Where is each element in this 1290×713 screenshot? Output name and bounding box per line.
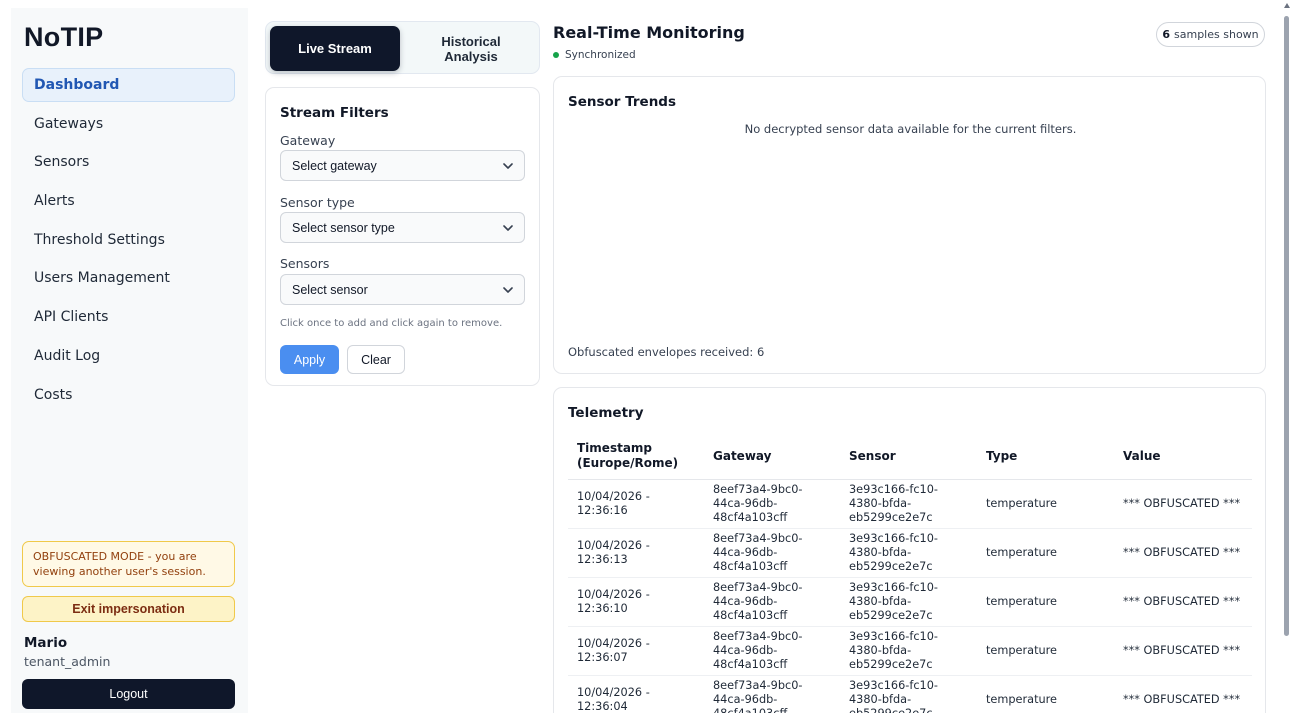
sensor-type-select[interactable]: Select sensor type (280, 212, 525, 243)
sensor-type-select-value: Select sensor type (292, 220, 395, 235)
cell-gateway: 8eef73a4-9bc0-44ca-96db-48cf4a103cff (704, 675, 840, 713)
table-row[interactable]: 10/04/2026 - 12:36:16 8eef73a4-9bc0-44ca… (568, 479, 1252, 529)
column-header-value[interactable]: Value (1114, 434, 1252, 480)
page-title: Real-Time Monitoring (553, 23, 745, 42)
samples-badge: 6 samples shown (1156, 22, 1265, 47)
sidebar-item-gateways[interactable]: Gateways (22, 107, 235, 141)
table-row[interactable]: 10/04/2026 - 12:36:13 8eef73a4-9bc0-44ca… (568, 528, 1252, 578)
sidebar-item-sensors[interactable]: Sensors (22, 145, 235, 179)
cell-timestamp: 10/04/2026 - 12:36:04 (568, 675, 704, 713)
sidebar-item-costs[interactable]: Costs (22, 378, 235, 412)
cell-value: *** OBFUSCATED *** (1114, 479, 1252, 529)
sensors-hint: Click once to add and click again to rem… (280, 318, 503, 329)
sidebar-item-users-management[interactable]: Users Management (22, 261, 235, 295)
obfuscated-mode-warning: OBFUSCATED MODE - you are viewing anothe… (22, 541, 235, 587)
envelopes-count: Obfuscated envelopes received: 6 (568, 345, 765, 359)
clear-button[interactable]: Clear (347, 345, 405, 374)
sensor-type-label: Sensor type (280, 195, 355, 210)
tab-historical-analysis-label: Historical Analysis (441, 33, 501, 64)
sidebar-item-audit-log[interactable]: Audit Log (22, 339, 235, 373)
sidebar-item-api-clients[interactable]: API Clients (22, 300, 235, 334)
cell-timestamp: 10/04/2026 - 12:36:07 (568, 626, 704, 676)
tab-live-stream[interactable]: Live Stream (270, 26, 400, 71)
cell-gateway: 8eef73a4-9bc0-44ca-96db-48cf4a103cff (704, 479, 840, 529)
sidebar-item-dashboard[interactable]: Dashboard (22, 68, 235, 102)
scrollbar-thumb[interactable] (1284, 16, 1289, 636)
cell-sensor: 3e93c166-fc10-4380-bfda-eb5299ce2e7c (840, 479, 977, 529)
cell-type: temperature (977, 577, 1114, 627)
chevron-down-icon (503, 225, 513, 231)
cell-sensor: 3e93c166-fc10-4380-bfda-eb5299ce2e7c (840, 577, 977, 627)
tab-historical-analysis[interactable]: Historical Analysis (407, 26, 535, 71)
sidebar: NoTIP Dashboard Gateways Sensors Alerts … (11, 8, 248, 713)
sensor-trends-card: Sensor Trends No decrypted sensor data a… (553, 76, 1266, 374)
telemetry-card: Telemetry Timestamp (Europe/Rome) Gatewa… (553, 387, 1266, 713)
telemetry-title: Telemetry (568, 405, 644, 421)
stream-filters-panel: Stream Filters Gateway Select gateway Se… (265, 87, 540, 386)
sensors-select[interactable]: Select sensor (280, 274, 525, 305)
sensors-label: Sensors (280, 256, 330, 271)
gateway-label: Gateway (280, 133, 336, 148)
sensors-select-value: Select sensor (292, 282, 368, 297)
cell-value: *** OBFUSCATED *** (1114, 528, 1252, 578)
cell-type: temperature (977, 479, 1114, 529)
table-header-row: Timestamp (Europe/Rome) Gateway Sensor T… (568, 434, 1252, 480)
table-row[interactable]: 10/04/2026 - 12:36:10 8eef73a4-9bc0-44ca… (568, 577, 1252, 627)
status-dot-icon (553, 52, 559, 58)
cell-type: temperature (977, 626, 1114, 676)
page-scrollbar[interactable] (1283, 0, 1290, 713)
cell-value: *** OBFUSCATED *** (1114, 577, 1252, 627)
column-header-type[interactable]: Type (977, 434, 1114, 480)
column-header-timestamp[interactable]: Timestamp (Europe/Rome) (568, 434, 704, 480)
stream-filters-title: Stream Filters (280, 105, 389, 121)
sidebar-nav: Dashboard Gateways Sensors Alerts Thresh… (22, 68, 235, 416)
logout-button[interactable]: Logout (22, 679, 235, 709)
chevron-down-icon (503, 287, 513, 293)
sidebar-item-alerts[interactable]: Alerts (22, 184, 235, 218)
samples-label: samples shown (1174, 28, 1259, 41)
brand-logo[interactable]: NoTIP (24, 22, 104, 53)
gateway-select[interactable]: Select gateway (280, 150, 525, 181)
sidebar-item-threshold-settings[interactable]: Threshold Settings (22, 223, 235, 257)
column-header-sensor[interactable]: Sensor (840, 434, 977, 480)
cell-sensor: 3e93c166-fc10-4380-bfda-eb5299ce2e7c (840, 528, 977, 578)
cell-gateway: 8eef73a4-9bc0-44ca-96db-48cf4a103cff (704, 577, 840, 627)
empty-state-message: No decrypted sensor data available for t… (744, 122, 1077, 136)
cell-timestamp: 10/04/2026 - 12:36:10 (568, 577, 704, 627)
exit-impersonation-button[interactable]: Exit impersonation (22, 596, 235, 622)
telemetry-table: Timestamp (Europe/Rome) Gateway Sensor T… (568, 434, 1252, 713)
cell-type: temperature (977, 528, 1114, 578)
samples-count: 6 (1162, 28, 1171, 41)
cell-sensor: 3e93c166-fc10-4380-bfda-eb5299ce2e7c (840, 675, 977, 713)
table-row[interactable]: 10/04/2026 - 12:36:04 8eef73a4-9bc0-44ca… (568, 675, 1252, 713)
user-role: tenant_admin (24, 654, 111, 669)
mode-tabs: Live Stream Historical Analysis (265, 21, 540, 74)
cell-gateway: 8eef73a4-9bc0-44ca-96db-48cf4a103cff (704, 528, 840, 578)
column-header-gateway[interactable]: Gateway (704, 434, 840, 480)
gateway-select-value: Select gateway (292, 158, 377, 173)
cell-type: temperature (977, 675, 1114, 713)
scroll-up-arrow-icon[interactable] (1284, 3, 1290, 8)
sync-status-text: Synchronized (565, 49, 636, 61)
chevron-down-icon (503, 163, 513, 169)
sync-status: Synchronized (553, 49, 636, 61)
cell-timestamp: 10/04/2026 - 12:36:16 (568, 479, 704, 529)
user-name: Mario (24, 635, 68, 651)
cell-value: *** OBFUSCATED *** (1114, 675, 1252, 713)
cell-value: *** OBFUSCATED *** (1114, 626, 1252, 676)
apply-button[interactable]: Apply (280, 345, 339, 374)
app-root: NoTIP Dashboard Gateways Sensors Alerts … (0, 0, 1290, 713)
cell-sensor: 3e93c166-fc10-4380-bfda-eb5299ce2e7c (840, 626, 977, 676)
sensor-trends-title: Sensor Trends (568, 94, 677, 110)
cell-gateway: 8eef73a4-9bc0-44ca-96db-48cf4a103cff (704, 626, 840, 676)
table-row[interactable]: 10/04/2026 - 12:36:07 8eef73a4-9bc0-44ca… (568, 626, 1252, 676)
cell-timestamp: 10/04/2026 - 12:36:13 (568, 528, 704, 578)
